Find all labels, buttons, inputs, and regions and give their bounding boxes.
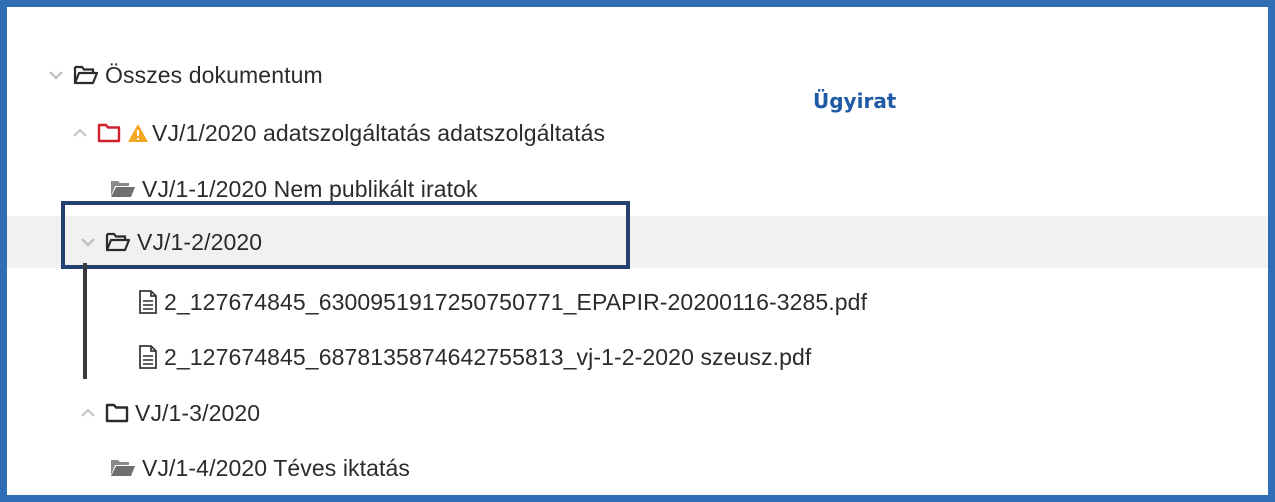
tree-node-file-epapir[interactable]: 2_127674845_6300951917250750771_EPAPIR-2…: [7, 282, 1268, 322]
warning-icon: [127, 123, 149, 143]
highlight-connector-line: [83, 263, 87, 379]
folder-open-icon: [73, 65, 99, 85]
folder-open-filled-icon: [110, 459, 136, 477]
chevron-up-icon[interactable]: [79, 404, 97, 422]
tree-node-case[interactable]: VJ/1/2020 adatszolgáltatás adatszolgálta…: [7, 113, 1268, 153]
document-tree: Összes dokumentum VJ/1/2020 adatszolgált…: [7, 7, 1268, 495]
file-name: 2_127674845_6300951917250750771_EPAPIR-2…: [164, 288, 868, 315]
tree-node-file-szeusz[interactable]: 2_127674845_6878135874642755813_vj-1-2-2…: [7, 337, 1268, 377]
folder-red-icon: [97, 123, 121, 143]
tree-node-label: Összes dokumentum: [105, 61, 323, 88]
tree-node-label: VJ/1-1/2020 Nem publikált iratok: [142, 175, 478, 202]
tree-node-vj-1-3[interactable]: VJ/1-3/2020: [7, 393, 1268, 433]
folder-open-filled-icon: [110, 180, 136, 198]
file-name: 2_127674845_6878135874642755813_vj-1-2-2…: [164, 343, 812, 370]
chevron-up-icon[interactable]: [71, 124, 89, 142]
document-tree-panel: Összes dokumentum VJ/1/2020 adatszolgált…: [7, 7, 1268, 495]
file-icon: [138, 345, 158, 369]
file-icon: [138, 290, 158, 314]
tree-node-root[interactable]: Összes dokumentum: [7, 55, 1268, 95]
tree-node-vj-1-4[interactable]: VJ/1-4/2020 Téves iktatás: [7, 448, 1268, 488]
highlight-box: [61, 201, 630, 269]
ugyirat-annotation: Ügyirat: [813, 89, 897, 113]
tree-node-label: VJ/1-4/2020 Téves iktatás: [142, 454, 410, 481]
chevron-down-icon[interactable]: [47, 66, 65, 84]
folder-icon: [105, 403, 129, 423]
tree-node-label: VJ/1/2020 adatszolgáltatás adatszolgálta…: [152, 119, 606, 146]
tree-node-label: VJ/1-3/2020: [135, 399, 261, 426]
